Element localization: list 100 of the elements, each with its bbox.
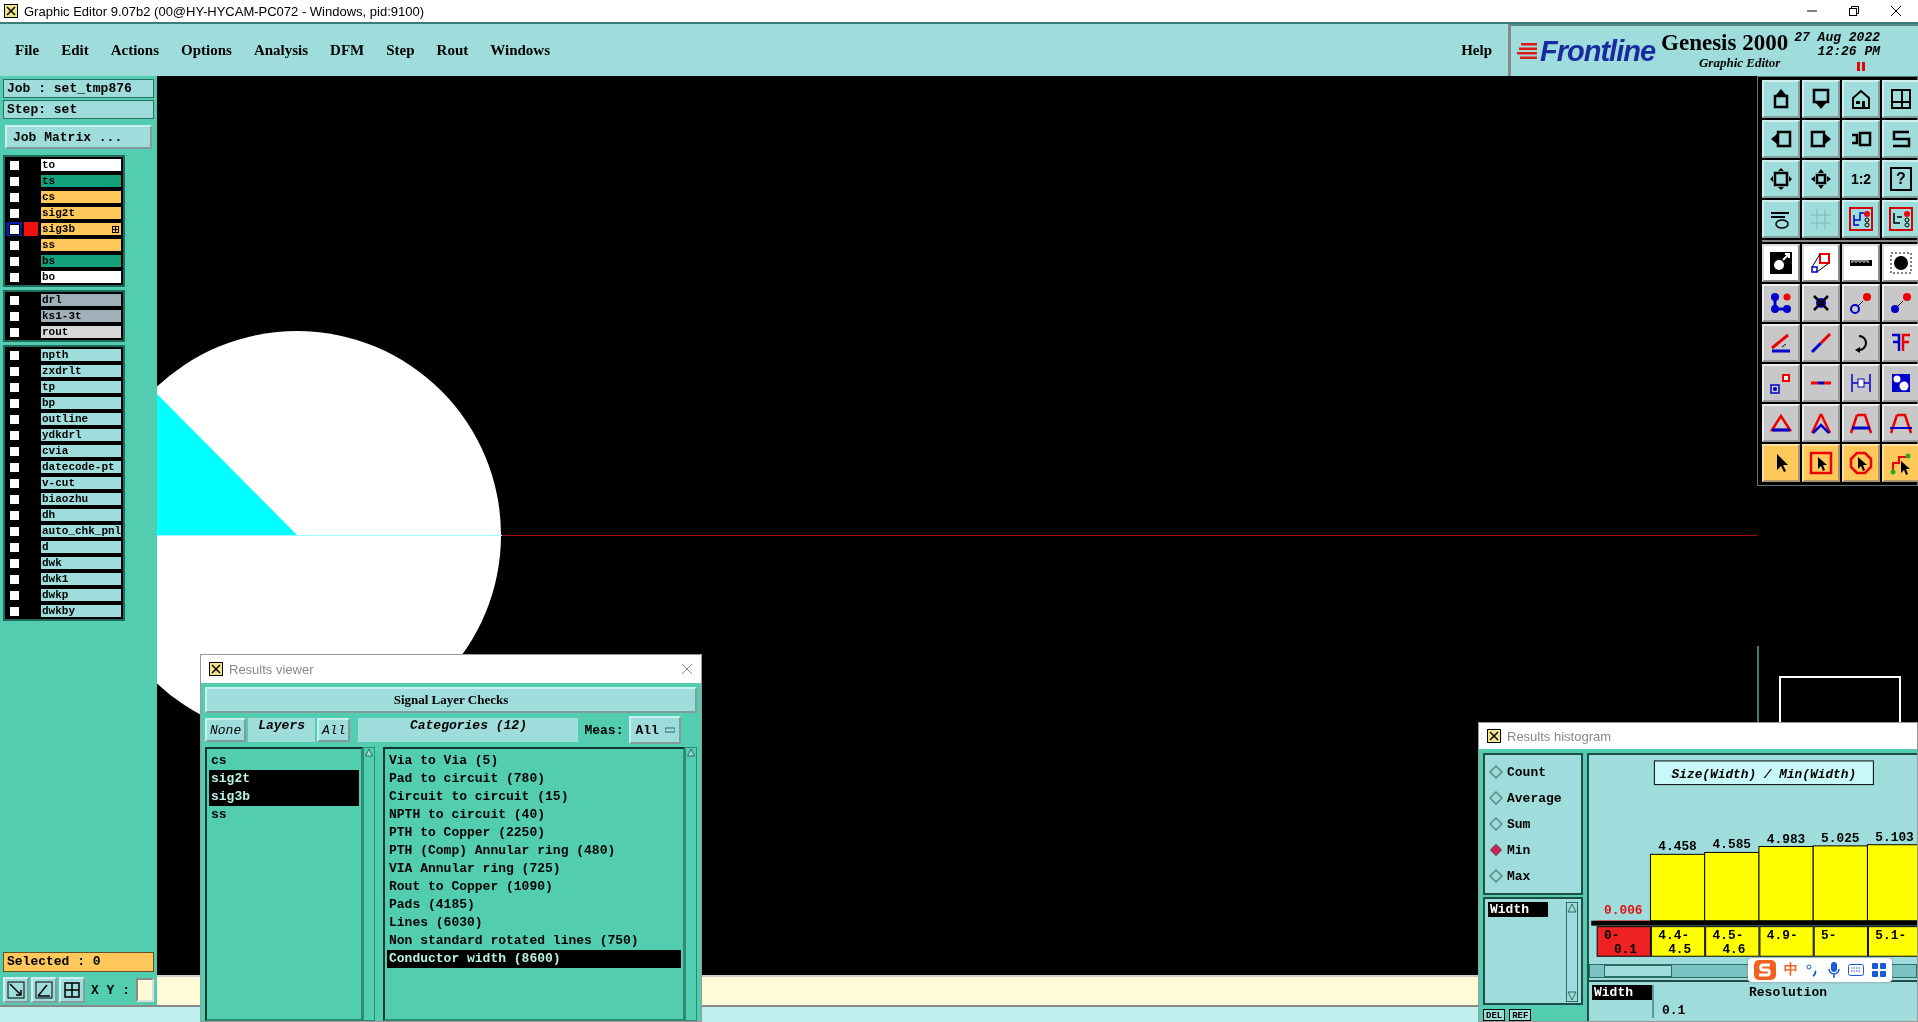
view-button[interactable] (3, 977, 29, 1003)
none-button[interactable]: None (205, 718, 247, 742)
layer-name[interactable]: dh (40, 508, 122, 522)
tool-button[interactable] (1842, 244, 1880, 282)
tool-button[interactable] (1882, 120, 1918, 158)
tool-button[interactable] (1762, 404, 1800, 442)
mode-option[interactable]: Max (1507, 868, 1531, 884)
layer-name[interactable]: bs (40, 254, 122, 268)
layer-list-item[interactable]: sig3b (209, 788, 359, 806)
layer-name[interactable]: rout (40, 325, 122, 339)
tool-button[interactable] (1802, 244, 1840, 282)
category-list-item[interactable]: Conductor width (8600) (387, 950, 681, 968)
attribute-item[interactable]: Width (1488, 902, 1548, 917)
tool-button[interactable] (1882, 404, 1918, 442)
tool-button[interactable] (1802, 160, 1840, 198)
help-menu[interactable]: Help (1461, 41, 1492, 59)
layer-name[interactable]: drl (40, 293, 122, 307)
category-list-item[interactable]: Lines (6030) (387, 914, 681, 932)
layer-list-item[interactable]: cs (209, 752, 359, 770)
list-button[interactable]: REF (1509, 1009, 1532, 1021)
tool-button[interactable] (1762, 200, 1800, 238)
tool-button[interactable] (1802, 284, 1840, 322)
tool-button[interactable] (1842, 200, 1880, 238)
layer-name[interactable]: dwkby (40, 604, 122, 618)
layer-name[interactable]: ydkdrl (40, 428, 122, 442)
category-list-item[interactable]: PTH to Copper (2250) (387, 824, 681, 842)
attribute-item[interactable]: Width (1592, 985, 1652, 1000)
tool-button[interactable] (1882, 244, 1918, 282)
mode-option[interactable]: Count (1507, 764, 1546, 780)
layer-name[interactable]: cs (40, 190, 122, 204)
layer-name[interactable]: to (40, 158, 122, 172)
tool-button[interactable] (1842, 444, 1880, 482)
category-list-item[interactable]: VIA Annular ring (725) (387, 860, 681, 878)
layer-checkbox[interactable] (6, 222, 22, 236)
all-button[interactable]: All (317, 718, 351, 742)
zoom-ratio-button[interactable]: 1:2 (1842, 160, 1880, 198)
view-button[interactable] (59, 977, 85, 1003)
layer-name[interactable]: outline (40, 412, 122, 426)
tool-button[interactable] (1882, 80, 1918, 118)
tool-button[interactable] (1842, 120, 1880, 158)
tool-button[interactable] (1762, 160, 1800, 198)
tool-button[interactable] (1882, 284, 1918, 322)
tool-button[interactable] (1842, 284, 1880, 322)
tool-button[interactable] (1882, 324, 1918, 362)
tool-button[interactable] (1762, 80, 1800, 118)
tool-button[interactable] (1802, 80, 1840, 118)
category-list-item[interactable]: Circuit to circuit (15) (387, 788, 681, 806)
menu-item[interactable]: Edit (61, 41, 89, 59)
menu-item[interactable]: Rout (436, 41, 469, 59)
layer-name[interactable]: ts (40, 174, 122, 188)
layer-name[interactable]: d (40, 540, 122, 554)
layer-name[interactable]: sig2t (40, 206, 122, 220)
mode-option[interactable]: Average (1507, 790, 1562, 806)
menu-item[interactable]: Options (181, 41, 232, 59)
tool-button[interactable] (1802, 444, 1840, 482)
layer-name[interactable]: datecode-pt (40, 460, 122, 474)
help-button[interactable]: ? (1882, 160, 1918, 198)
tool-button[interactable] (1842, 364, 1880, 402)
tool-button[interactable] (1882, 444, 1918, 482)
category-list-item[interactable]: Rout to Copper (1090) (387, 878, 681, 896)
tool-button[interactable] (1842, 404, 1880, 442)
tool-button[interactable] (1802, 404, 1840, 442)
menu-item[interactable]: Windows (490, 41, 550, 59)
category-list-item[interactable]: Via to Via (5) (387, 752, 681, 770)
menu-item[interactable]: Step (386, 41, 415, 59)
layer-name[interactable]: dwk1 (40, 572, 122, 586)
tool-button[interactable] (1762, 120, 1800, 158)
layer-name[interactable]: biaozhu (40, 492, 122, 506)
category-list-item[interactable]: Pads (4185) (387, 896, 681, 914)
layer-name[interactable]: zxdrlt (40, 364, 122, 378)
menu-item[interactable]: Actions (110, 41, 159, 59)
layer-name[interactable]: ks1-3t (40, 309, 122, 323)
tool-button[interactable] (1762, 364, 1800, 402)
category-list-item[interactable]: NPTH to circuit (40) (387, 806, 681, 824)
layer-name[interactable]: bo (40, 270, 122, 284)
category-list-item[interactable]: PTH (Comp) Annular ring (480) (387, 842, 681, 860)
mode-option[interactable]: Min (1507, 842, 1531, 858)
layer-list-item[interactable]: ss (209, 806, 359, 824)
layer-name[interactable]: sig3b (40, 222, 122, 236)
tool-button[interactable] (1762, 324, 1800, 362)
menu-item[interactable]: File (15, 41, 40, 59)
job-matrix-button[interactable]: Job Matrix ... (5, 125, 152, 149)
tool-button[interactable] (1762, 244, 1800, 282)
layer-name[interactable]: v-cut (40, 476, 122, 490)
tool-button[interactable] (1762, 284, 1800, 322)
layer-list-item[interactable]: sig2t (209, 770, 359, 788)
layer-name[interactable]: npth (40, 348, 122, 362)
category-list-item[interactable]: Non standard rotated lines (750) (387, 932, 681, 950)
layer-name[interactable]: auto_chk_pnl (40, 524, 122, 538)
mode-option[interactable]: Sum (1507, 816, 1531, 832)
category-list-item[interactable]: Pad to circuit (780) (387, 770, 681, 788)
layer-name[interactable]: dwk (40, 556, 122, 570)
layer-name[interactable]: tp (40, 380, 122, 394)
layer-name[interactable]: cvia (40, 444, 122, 458)
tool-button[interactable] (1882, 364, 1918, 402)
tool-button[interactable] (1882, 200, 1918, 238)
tool-button[interactable] (1842, 80, 1880, 118)
tool-button[interactable] (1842, 324, 1880, 362)
view-button[interactable] (31, 977, 57, 1003)
tool-button[interactable] (1762, 444, 1800, 482)
